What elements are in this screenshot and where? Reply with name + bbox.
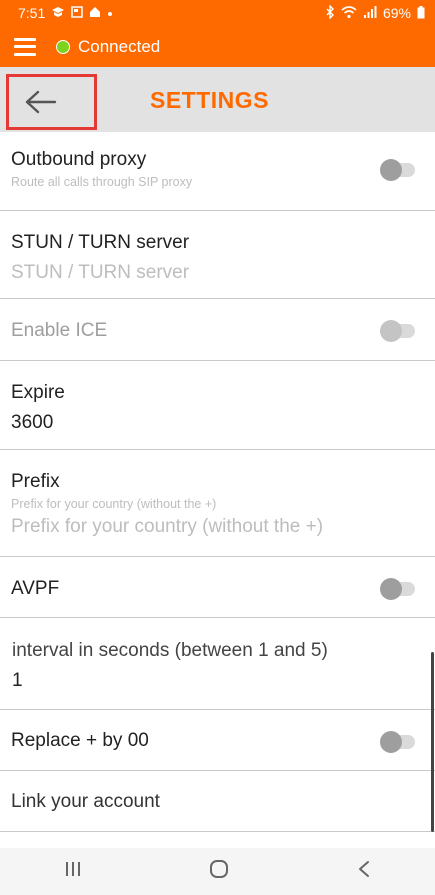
app-bar: Connected xyxy=(0,26,435,67)
setting-label: Expire xyxy=(11,382,65,403)
hamburger-menu-icon[interactable] xyxy=(14,37,36,56)
status-bar: 7:51 69% xyxy=(0,0,435,26)
setting-label: interval in seconds (between 1 and 5) xyxy=(12,640,328,661)
system-nav-bar xyxy=(0,848,435,895)
setting-description: Prefix for your country (without the +) xyxy=(11,497,217,511)
enable-ice-toggle[interactable] xyxy=(380,320,415,342)
status-time: 7:51 xyxy=(18,5,46,21)
prefix-input[interactable]: Prefix for your country (without the +) xyxy=(11,516,435,538)
setting-interval[interactable]: interval in seconds (between 1 and 5) 1 xyxy=(0,618,435,710)
setting-label: Enable ICE xyxy=(11,320,108,341)
title-bar: SETTINGS xyxy=(0,67,435,132)
notification-icon xyxy=(51,6,65,20)
scrollbar[interactable] xyxy=(431,652,434,832)
expire-input[interactable]: 3600 xyxy=(11,412,435,434)
dot-icon xyxy=(107,7,113,19)
setting-label: Prefix xyxy=(11,471,60,492)
image-icon xyxy=(71,6,83,20)
wifi-icon xyxy=(341,5,357,21)
setting-label: Outbound proxy xyxy=(11,149,147,170)
setting-expire[interactable]: Expire 3600 xyxy=(0,361,435,450)
outbound-proxy-toggle[interactable] xyxy=(380,159,415,181)
setting-outbound-proxy[interactable]: Outbound proxy Route all calls through S… xyxy=(0,132,435,211)
setting-label: Replace + by 00 xyxy=(11,730,149,751)
status-dot-icon xyxy=(56,39,70,54)
setting-label: AVPF xyxy=(11,578,60,599)
connection-status: Connected xyxy=(56,37,160,57)
recents-icon[interactable] xyxy=(64,861,82,882)
home-button-icon[interactable] xyxy=(209,859,229,884)
setting-stun-turn[interactable]: STUN / TURN server STUN / TURN server xyxy=(0,211,435,299)
arrow-left-icon xyxy=(25,90,57,114)
setting-replace-plus[interactable]: Replace + by 00 xyxy=(0,710,435,771)
battery-icon xyxy=(417,5,425,21)
setting-label: STUN / TURN server xyxy=(11,232,190,253)
status-bar-left: 7:51 xyxy=(18,5,113,21)
setting-enable-ice[interactable]: Enable ICE xyxy=(0,299,435,361)
signal-icon xyxy=(363,5,377,21)
bluetooth-icon xyxy=(325,4,335,21)
replace-plus-toggle[interactable] xyxy=(380,731,415,753)
setting-description: Route all calls through SIP proxy xyxy=(11,175,193,189)
avpf-toggle[interactable] xyxy=(380,578,415,600)
setting-avpf[interactable]: AVPF xyxy=(0,557,435,618)
home-icon xyxy=(89,6,101,20)
setting-prefix[interactable]: Prefix Prefix for your country (without … xyxy=(0,450,435,557)
stun-turn-input[interactable]: STUN / TURN server xyxy=(11,262,435,284)
setting-label: Link your account xyxy=(11,791,160,812)
back-nav-icon[interactable] xyxy=(357,860,371,883)
connection-status-label: Connected xyxy=(78,36,161,56)
setting-link-account[interactable]: Link your account xyxy=(0,771,435,832)
battery-percent: 69% xyxy=(382,5,411,21)
page-title: SETTINGS xyxy=(150,87,270,113)
settings-list: Outbound proxy Route all calls through S… xyxy=(0,132,435,832)
back-button[interactable] xyxy=(6,74,97,130)
interval-input[interactable]: 1 xyxy=(12,670,435,692)
status-bar-right: 69% xyxy=(325,4,425,21)
